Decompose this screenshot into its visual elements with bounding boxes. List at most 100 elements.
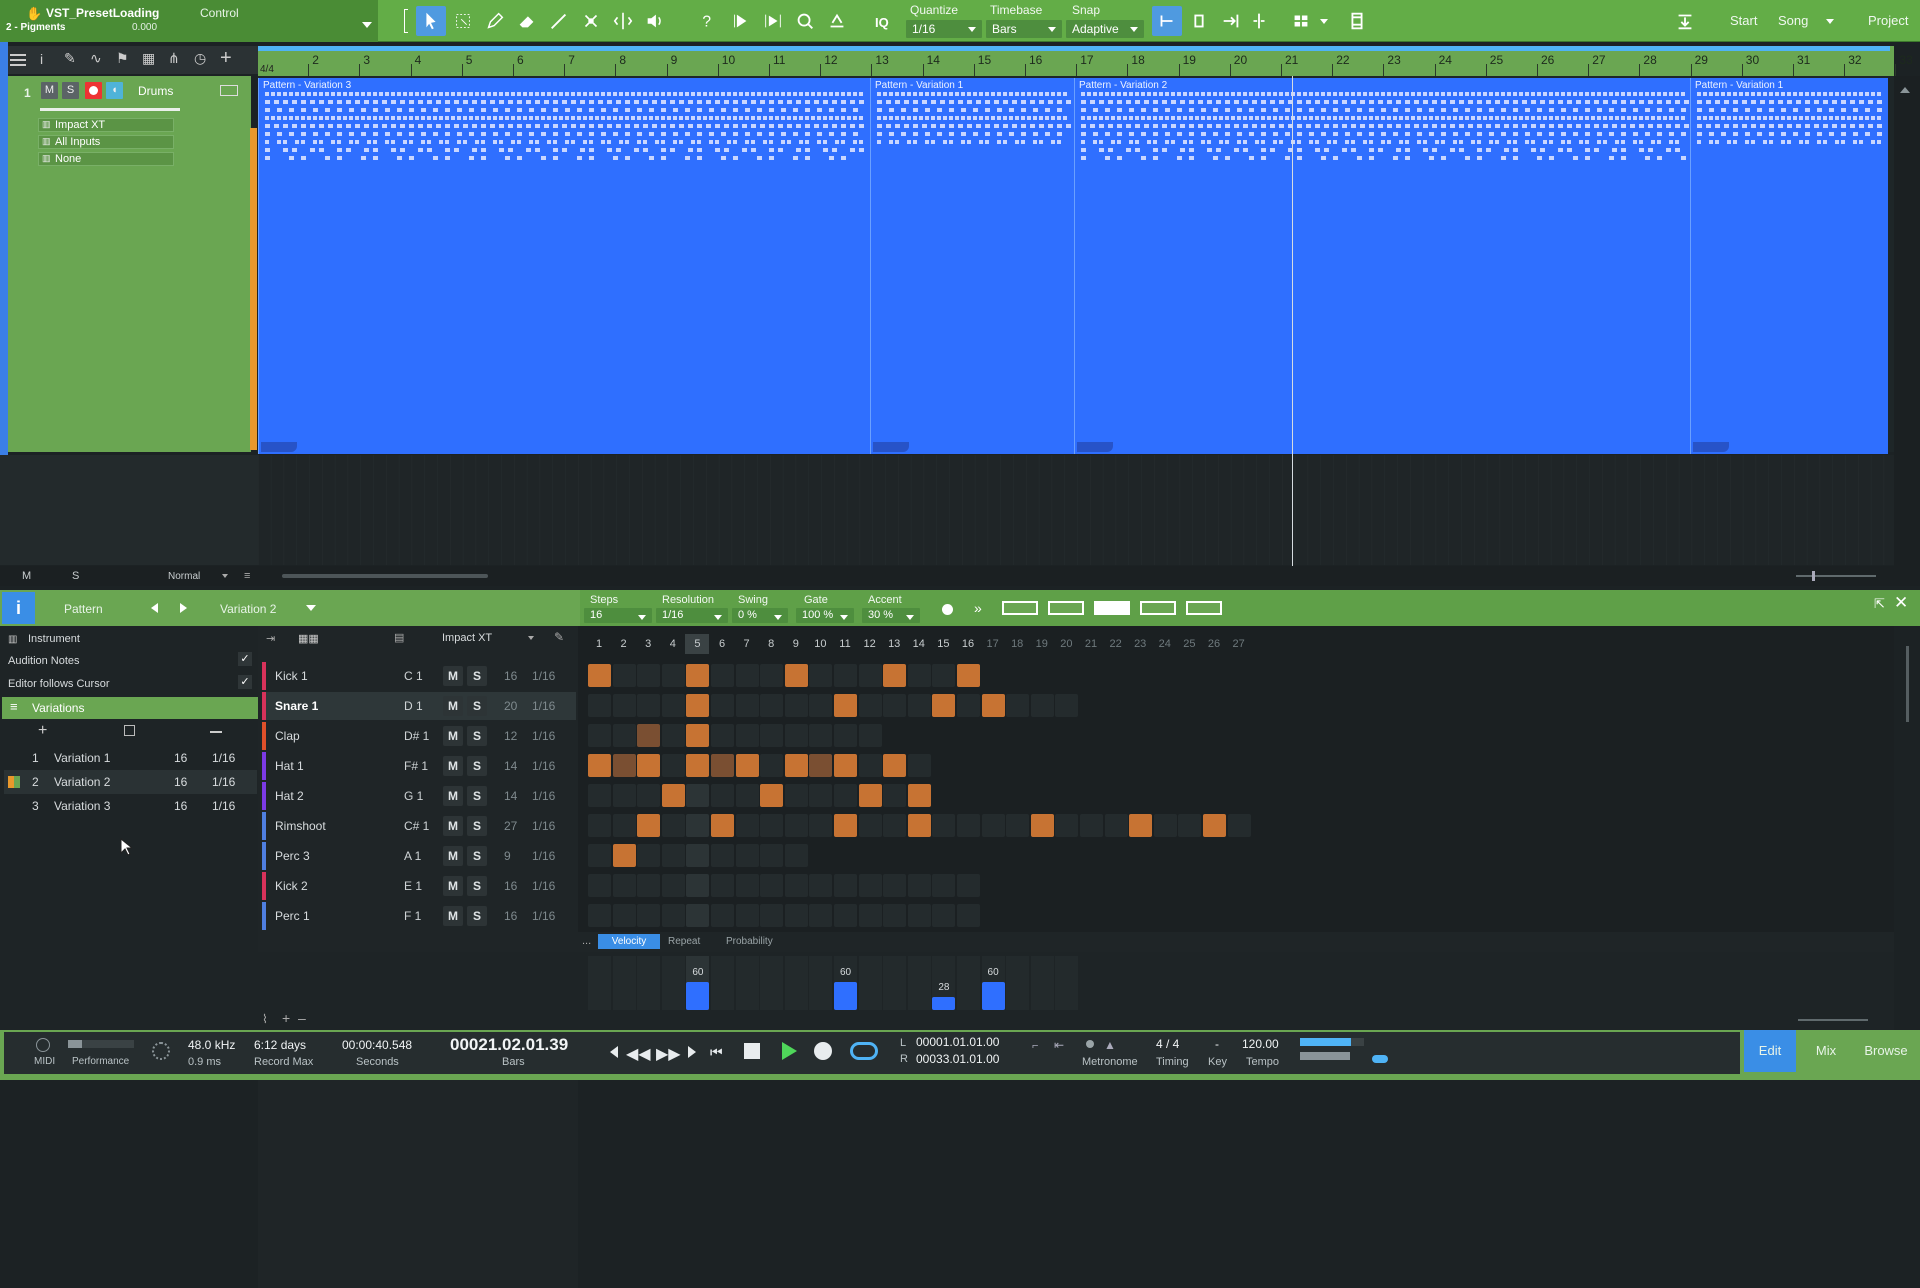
lane-name[interactable]: Kick 2 bbox=[275, 879, 308, 893]
step-cell[interactable] bbox=[588, 874, 611, 897]
track-mute-button[interactable]: M bbox=[41, 82, 58, 99]
step-number[interactable]: 22 bbox=[1104, 634, 1128, 654]
pencil-tool-icon[interactable] bbox=[480, 6, 510, 36]
inspector-icon[interactable]: i bbox=[40, 51, 43, 67]
step-cell[interactable] bbox=[637, 754, 661, 777]
menu-icon[interactable] bbox=[10, 54, 26, 66]
lane-mute-button[interactable]: M bbox=[443, 666, 463, 686]
chevron-down-icon[interactable] bbox=[528, 636, 534, 643]
output-toggle[interactable] bbox=[1372, 1055, 1388, 1063]
lane-resolution[interactable]: 1/16 bbox=[532, 819, 555, 833]
editor-follows-checkbox[interactable]: ✓ bbox=[238, 675, 252, 689]
key-value[interactable]: - bbox=[1215, 1037, 1219, 1051]
instrument-label[interactable]: Instrument bbox=[28, 633, 80, 645]
chevron-down-icon[interactable] bbox=[1320, 19, 1328, 28]
pattern-op-4-icon[interactable] bbox=[1140, 601, 1176, 615]
swing-field[interactable]: 0 % bbox=[732, 608, 788, 623]
step-cell[interactable] bbox=[735, 664, 759, 687]
gate-field[interactable]: 100 % bbox=[796, 608, 854, 623]
step-number[interactable]: 23 bbox=[1128, 634, 1152, 654]
step-cell[interactable] bbox=[760, 724, 784, 747]
video-icon[interactable] bbox=[1342, 6, 1372, 36]
global-solo-button[interactable]: S bbox=[72, 570, 79, 582]
step-cell[interactable] bbox=[858, 694, 882, 717]
step-cell[interactable] bbox=[907, 784, 931, 807]
lane-name[interactable]: Perc 3 bbox=[275, 849, 310, 863]
step-number[interactable]: 16 bbox=[956, 634, 980, 654]
step-cell[interactable] bbox=[883, 784, 907, 807]
step-cell[interactable] bbox=[1178, 814, 1202, 837]
folder-icon[interactable]: ▦ bbox=[142, 50, 155, 67]
lane-note[interactable]: G 1 bbox=[404, 789, 423, 803]
step-cell[interactable] bbox=[760, 904, 784, 927]
step-number[interactable]: 11 bbox=[833, 634, 857, 654]
step-cell[interactable] bbox=[612, 664, 636, 687]
step-cell[interactable] bbox=[711, 784, 734, 807]
lane-note[interactable]: F 1 bbox=[404, 909, 421, 923]
paint-tool-icon[interactable] bbox=[544, 6, 574, 36]
step-cell[interactable] bbox=[932, 874, 956, 897]
lane-note[interactable]: A 1 bbox=[404, 849, 421, 863]
pattern-op-1-icon[interactable] bbox=[1002, 601, 1038, 615]
step-number[interactable]: 15 bbox=[931, 634, 955, 654]
lane-resolution[interactable]: 1/16 bbox=[532, 849, 555, 863]
step-cell[interactable] bbox=[686, 874, 710, 897]
velocity-slot[interactable] bbox=[784, 956, 808, 1010]
lane-name[interactable]: Snare 1 bbox=[275, 699, 318, 713]
step-cell[interactable] bbox=[612, 814, 636, 837]
lane-steps[interactable]: 14 bbox=[504, 789, 517, 803]
step-cell[interactable] bbox=[834, 724, 857, 747]
more-options-button[interactable]: ... bbox=[582, 935, 591, 947]
step-cell[interactable] bbox=[637, 724, 661, 747]
arrow-tool-icon[interactable] bbox=[416, 6, 446, 36]
step-number[interactable]: 12 bbox=[858, 634, 882, 654]
step-cell[interactable] bbox=[686, 784, 710, 807]
step-cell[interactable] bbox=[612, 694, 636, 717]
variations-header[interactable]: ≡ Variations bbox=[2, 697, 258, 719]
editor-info-button[interactable]: i bbox=[2, 592, 35, 624]
step-cell[interactable] bbox=[1030, 814, 1054, 837]
step-cell[interactable] bbox=[711, 904, 734, 927]
edit-view-button[interactable]: Edit bbox=[1744, 1030, 1796, 1072]
step-cell[interactable] bbox=[588, 904, 611, 927]
loop-start[interactable]: 00001.01.01.00 bbox=[916, 1035, 999, 1049]
add-track-icon[interactable]: + bbox=[220, 47, 232, 70]
accent-field[interactable]: 30 % bbox=[862, 608, 920, 623]
snap-event-icon[interactable] bbox=[1184, 6, 1214, 36]
prev-variation-icon[interactable] bbox=[146, 603, 158, 613]
step-cell[interactable] bbox=[932, 694, 956, 717]
step-cell[interactable] bbox=[760, 754, 784, 777]
step-cell[interactable] bbox=[637, 814, 661, 837]
step-cell[interactable] bbox=[1006, 694, 1030, 717]
step-number[interactable]: 4 bbox=[661, 634, 685, 654]
step-cell[interactable] bbox=[686, 754, 710, 777]
add-lane-icon[interactable]: + bbox=[282, 1010, 290, 1026]
project-button[interactable]: Project bbox=[1854, 0, 1920, 42]
step-cell[interactable] bbox=[612, 784, 636, 807]
step-cell[interactable] bbox=[661, 844, 685, 867]
duplicate-variation-icon[interactable] bbox=[124, 725, 135, 736]
lane-solo-button[interactable]: S bbox=[467, 906, 487, 926]
step-cell[interactable] bbox=[907, 664, 931, 687]
lane-resolution[interactable]: 1/16 bbox=[532, 909, 555, 923]
step-cell[interactable] bbox=[612, 754, 636, 777]
listen-tool-icon[interactable] bbox=[640, 6, 670, 36]
lane-resolution[interactable]: 1/16 bbox=[532, 669, 555, 683]
step-cell[interactable] bbox=[1080, 814, 1103, 837]
velocity-slot[interactable] bbox=[637, 956, 661, 1010]
step-cell[interactable] bbox=[784, 784, 808, 807]
step-number[interactable]: 3 bbox=[636, 634, 660, 654]
lane-solo-button[interactable]: S bbox=[467, 696, 487, 716]
step-number[interactable]: 18 bbox=[1005, 634, 1029, 654]
list-icon[interactable]: ≡ bbox=[244, 570, 250, 582]
step-cell[interactable] bbox=[760, 784, 784, 807]
stop-button[interactable] bbox=[744, 1043, 760, 1059]
remove-lane-icon[interactable]: – bbox=[298, 1010, 306, 1026]
song-button[interactable]: Song bbox=[1764, 0, 1822, 42]
timing-value[interactable]: 4 / 4 bbox=[1156, 1037, 1179, 1051]
return-to-start-icon[interactable]: ⏮ bbox=[710, 1044, 723, 1061]
eraser-tool-icon[interactable] bbox=[512, 6, 542, 36]
step-cell[interactable] bbox=[932, 664, 956, 687]
step-cell[interactable] bbox=[809, 724, 833, 747]
step-cell[interactable] bbox=[809, 694, 833, 717]
